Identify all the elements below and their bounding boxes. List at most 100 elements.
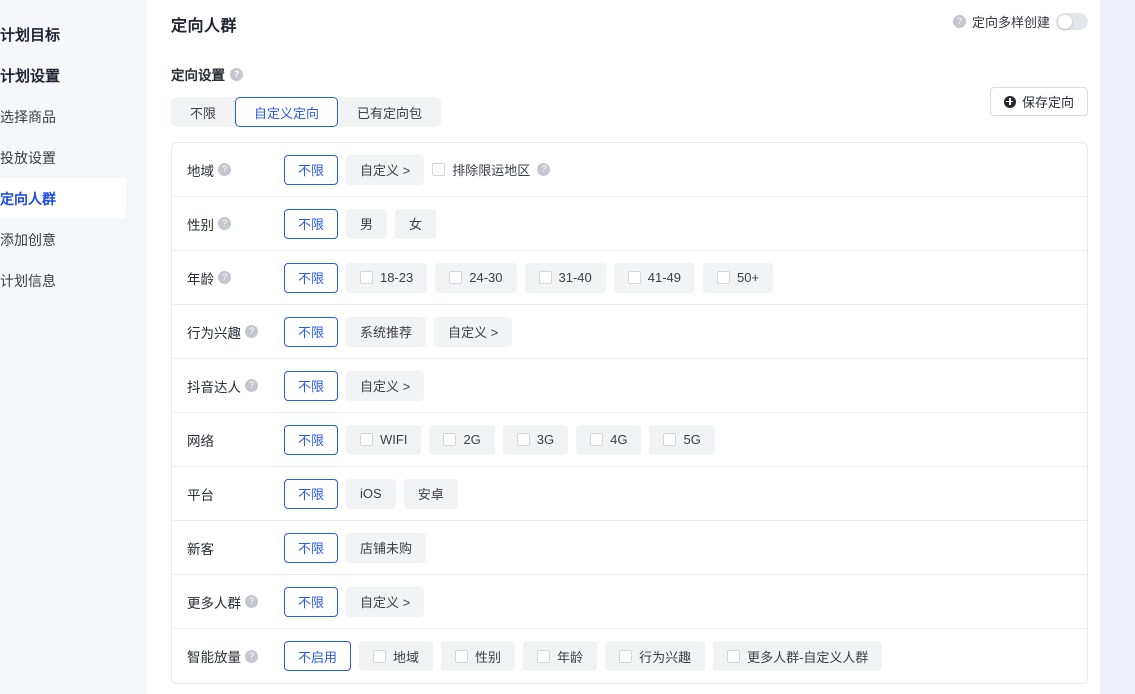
targeting-row-label-text: 性别: [187, 217, 214, 233]
option-chip[interactable]: 24-30: [435, 262, 517, 293]
option-chip[interactable]: 女: [395, 208, 437, 239]
sidebar-item-5[interactable]: 添加创意: [0, 219, 147, 260]
question-mark-icon[interactable]: ?: [245, 595, 258, 608]
option-chip-label: 不限: [298, 163, 325, 178]
option-chip-label: 性别: [475, 649, 502, 665]
sidebar-item-0[interactable]: 计划目标: [0, 14, 147, 55]
question-mark-icon[interactable]: ?: [230, 67, 243, 81]
question-mark-icon[interactable]: ?: [537, 163, 551, 176]
option-chip[interactable]: 性别: [441, 641, 516, 671]
question-mark-icon[interactable]: ?: [952, 15, 966, 28]
option-chip[interactable]: 店铺未购: [346, 532, 427, 563]
option-chip[interactable]: iOS: [346, 478, 396, 509]
targeting-row: 新客 不限 店铺未购: [172, 521, 1087, 575]
sidebar-item-2[interactable]: 选择商品: [0, 96, 147, 137]
option-chip[interactable]: 不限: [284, 262, 339, 293]
checkbox[interactable]: [373, 649, 387, 663]
option-chip[interactable]: 3G: [502, 424, 569, 455]
toggle-knob: [1057, 14, 1072, 29]
option-chip[interactable]: 不限: [284, 424, 339, 455]
option-chip[interactable]: 不限: [284, 154, 339, 185]
option-chip[interactable]: 安卓: [403, 478, 458, 509]
targeting-row-label-text: 平台: [187, 487, 214, 503]
option-chip[interactable]: 不限: [284, 208, 339, 239]
checkbox[interactable]: [537, 649, 551, 663]
option-chip[interactable]: 2G: [429, 424, 495, 455]
segmented-control: 不限 自定义定向 已有定向包: [171, 97, 442, 127]
option-chip[interactable]: 50+: [703, 262, 774, 293]
option-chip[interactable]: WIFI: [346, 424, 422, 455]
option-chip[interactable]: 行为兴趣: [605, 641, 706, 671]
option-chip[interactable]: 5G: [649, 424, 715, 455]
targeting-row-options: 不启用 地域 性别 年龄 行为兴趣 更多人群-自定义人群: [284, 641, 883, 671]
checkbox[interactable]: [360, 271, 374, 284]
targeting-row-options: 不限 18-23 24-30 31-40 41-49 50+: [284, 262, 774, 293]
targeting-row-options: 不限 店铺未购: [284, 532, 427, 563]
checkbox[interactable]: [449, 271, 463, 284]
option-chip[interactable]: 不限: [284, 316, 339, 347]
targeting-row-label: 年龄?: [187, 268, 284, 288]
option-chip[interactable]: 自定义 >: [434, 316, 513, 347]
question-mark-icon[interactable]: ?: [245, 649, 258, 663]
option-chip-label: 不限: [298, 217, 325, 232]
checkbox[interactable]: [360, 433, 374, 446]
option-chip[interactable]: 不限: [284, 586, 339, 617]
question-mark-icon[interactable]: ?: [245, 325, 258, 338]
app-root: 计划目标 计划设置 选择商品投放设置定向人群 添加创意 计划信息 ? 定向多样创建 保存…: [0, 0, 1135, 694]
targeting-row-label: 智能放量?: [187, 646, 284, 666]
option-chip[interactable]: 更多人群-自定义人群: [713, 641, 883, 671]
tab-1[interactable]: 自定义定向: [235, 97, 339, 127]
save-targeting-button[interactable]: 保存定向: [989, 87, 1088, 116]
question-mark-icon[interactable]: ?: [218, 163, 231, 176]
sidebar-item-4[interactable]: 定向人群: [0, 178, 126, 219]
option-chip[interactable]: 不启用: [284, 641, 352, 671]
option-chip[interactable]: 31-40: [524, 262, 606, 293]
option-chip-label: WIFI: [380, 432, 408, 447]
targeting-row-label: 性别?: [187, 214, 284, 234]
targeting-row-label-text: 地域: [187, 163, 214, 179]
targeting-row-options: 不限 WIFI 2G 3G 4G 5G: [284, 424, 715, 455]
checkbox[interactable]: [590, 433, 604, 446]
sidebar-item-label: 投放设置: [0, 149, 56, 166]
option-chip[interactable]: 不限: [284, 532, 339, 563]
checkbox[interactable]: [727, 649, 741, 663]
option-chip[interactable]: 自定义 >: [346, 370, 425, 401]
checkbox[interactable]: [432, 163, 446, 176]
checkbox[interactable]: [619, 649, 633, 663]
main-content: ? 定向多样创建 保存定向 定向人群 定向设置 ? 不限 自定义定向 已有定向包 地…: [147, 0, 1135, 694]
option-chip[interactable]: 自定义 >: [346, 154, 425, 185]
targeting-row: 地域? 不限 自定义 > 排除限运地区?: [172, 143, 1087, 197]
option-chip[interactable]: 不限: [284, 370, 339, 401]
checkbox[interactable]: [443, 433, 457, 446]
option-chip[interactable]: 地域: [359, 641, 434, 671]
tab-2[interactable]: 已有定向包: [338, 97, 441, 127]
option-chip-label: 自定义 >: [360, 163, 411, 178]
option-chip[interactable]: 系统推荐: [346, 316, 427, 347]
option-chip[interactable]: 41-49: [613, 262, 696, 293]
sidebar-item-6[interactable]: 计划信息: [0, 260, 147, 301]
option-chip[interactable]: 年龄: [523, 641, 598, 671]
option-chip-label: 自定义 >: [360, 595, 411, 610]
question-mark-icon[interactable]: ?: [218, 271, 231, 284]
checkbox[interactable]: [627, 271, 641, 284]
question-mark-icon[interactable]: ?: [218, 217, 231, 230]
checkbox[interactable]: [516, 433, 530, 446]
checkbox[interactable]: [538, 271, 552, 284]
option-chip[interactable]: 男: [346, 208, 388, 239]
sidebar-item-3[interactable]: 投放设置: [0, 137, 147, 178]
option-chip[interactable]: 18-23: [346, 262, 428, 293]
option-chip[interactable]: 不限: [284, 478, 339, 509]
targeting-row-options: 不限 自定义 >: [284, 370, 425, 401]
option-chip[interactable]: 自定义 >: [346, 586, 425, 617]
checkbox[interactable]: [663, 433, 677, 446]
checkbox[interactable]: [717, 271, 731, 284]
targeting-row-label: 平台: [187, 484, 284, 504]
checkbox[interactable]: [455, 649, 469, 663]
diverse-create-toggle[interactable]: [1056, 13, 1088, 30]
diverse-create-control[interactable]: ? 定向多样创建: [952, 12, 1088, 31]
question-mark-icon[interactable]: ?: [245, 379, 258, 392]
tab-0[interactable]: 不限: [171, 97, 235, 127]
sidebar-item-1[interactable]: 计划设置: [0, 55, 147, 96]
option-chip[interactable]: 4G: [576, 424, 642, 455]
exclude-restricted-area-check[interactable]: 排除限运地区?: [432, 160, 551, 179]
